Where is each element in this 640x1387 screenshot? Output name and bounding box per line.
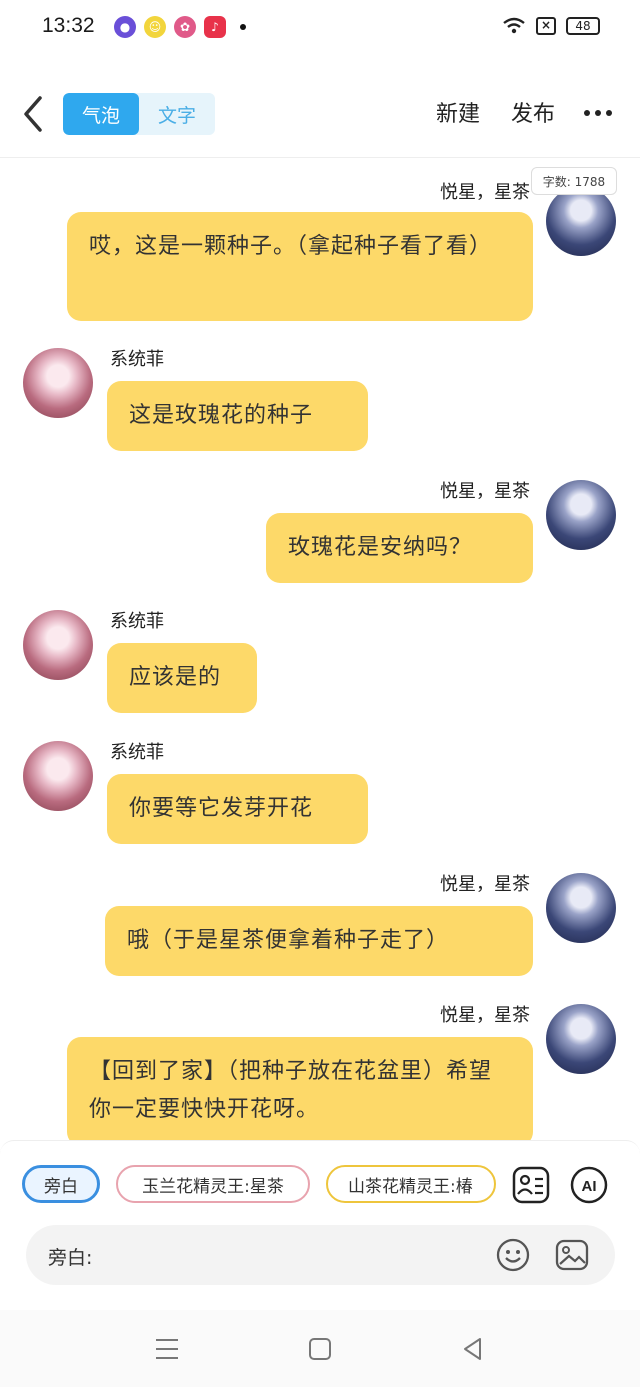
music-app-icon: ♪ — [204, 16, 226, 38]
message-bubble[interactable]: 你要等它发芽开花 — [107, 774, 368, 844]
more-notifications-icon — [240, 24, 246, 30]
message-bubble[interactable]: 哎，这是一颗种子。（拿起种子看了看） — [67, 212, 533, 321]
sender-name: 悦星，星茶 — [440, 182, 530, 203]
system-nav-bar — [0, 1310, 640, 1387]
role-chip-xingcha[interactable]: 玉兰花精灵王:星茶 — [116, 1165, 310, 1203]
status-time: 13:32 — [42, 14, 95, 37]
app-notification-icon: ● — [114, 16, 136, 38]
new-button[interactable]: 新建 — [436, 96, 480, 128]
tab-bubble[interactable]: 气泡 — [63, 93, 139, 135]
avatar[interactable] — [546, 1004, 616, 1074]
sender-name: 悦星，星茶 — [440, 874, 530, 895]
svg-text:AI: AI — [582, 1178, 597, 1195]
role-chip-narration[interactable]: 旁白 — [22, 1165, 100, 1203]
avatar[interactable] — [546, 480, 616, 550]
input-row: 旁白: — [26, 1225, 615, 1285]
avatar[interactable] — [546, 186, 616, 256]
word-count-badge: 字数: 1788 — [531, 167, 617, 195]
back-nav-icon[interactable] — [456, 1332, 490, 1366]
home-icon[interactable] — [303, 1332, 337, 1366]
menu-icon[interactable] — [150, 1332, 184, 1366]
status-bar: 13:32 ● ☺ ✿ ♪ × 48 — [0, 0, 640, 56]
avatar[interactable] — [546, 873, 616, 943]
publish-button[interactable]: 发布 — [511, 96, 555, 128]
app-notification-icon: ☺ — [144, 16, 166, 38]
avatar[interactable] — [23, 348, 93, 418]
back-icon[interactable] — [18, 94, 48, 134]
sim-off-icon: × — [536, 17, 556, 35]
message-bubble[interactable]: 这是玫瑰花的种子 — [107, 381, 368, 451]
avatar[interactable] — [23, 610, 93, 680]
image-icon[interactable] — [554, 1237, 590, 1273]
tab-text[interactable]: 文字 — [139, 93, 215, 135]
message-bubble[interactable]: 哦（于是星茶便拿着种子走了） — [105, 906, 533, 976]
sender-name: 系统菲 — [110, 349, 164, 370]
more-options-icon[interactable] — [584, 110, 612, 116]
message-bubble[interactable]: 【回到了家】（把种子放在花盆里）希望你一定要快快开花呀。 — [67, 1037, 533, 1146]
message-bubble[interactable]: 应该是的 — [107, 643, 257, 713]
ai-icon[interactable]: AI — [569, 1165, 609, 1205]
sender-name: 系统菲 — [110, 742, 164, 763]
app-notification-icon: ✿ — [174, 16, 196, 38]
message-bubble[interactable]: 玫瑰花是安纳吗？ — [266, 513, 533, 583]
input-role-label: 旁白: — [48, 1247, 93, 1269]
notification-icons: ● ☺ ✿ ♪ — [114, 16, 246, 38]
sender-name: 系统菲 — [110, 611, 164, 632]
role-selector: 旁白 玉兰花精灵王:星茶 山茶花精灵王:椿 — [22, 1165, 496, 1203]
system-icons: × 48 — [502, 17, 600, 35]
mode-toggle: 气泡 文字 — [63, 93, 215, 135]
sender-name: 悦星，星茶 — [440, 1005, 530, 1026]
wifi-icon — [503, 17, 525, 34]
avatar[interactable] — [23, 741, 93, 811]
role-chip-chun[interactable]: 山茶花精灵王:椿 — [326, 1165, 496, 1203]
character-card-icon[interactable] — [511, 1165, 551, 1205]
sender-name: 悦星，星茶 — [440, 481, 530, 502]
top-bar: 气泡 文字 新建 发布 — [0, 80, 640, 158]
message-input[interactable] — [110, 1237, 490, 1273]
battery-icon: 48 — [566, 17, 600, 35]
emoji-icon[interactable] — [495, 1237, 531, 1273]
composer-panel: 旁白 玉兰花精灵王:星茶 山茶花精灵王:椿 AI 旁白: — [0, 1140, 640, 1310]
